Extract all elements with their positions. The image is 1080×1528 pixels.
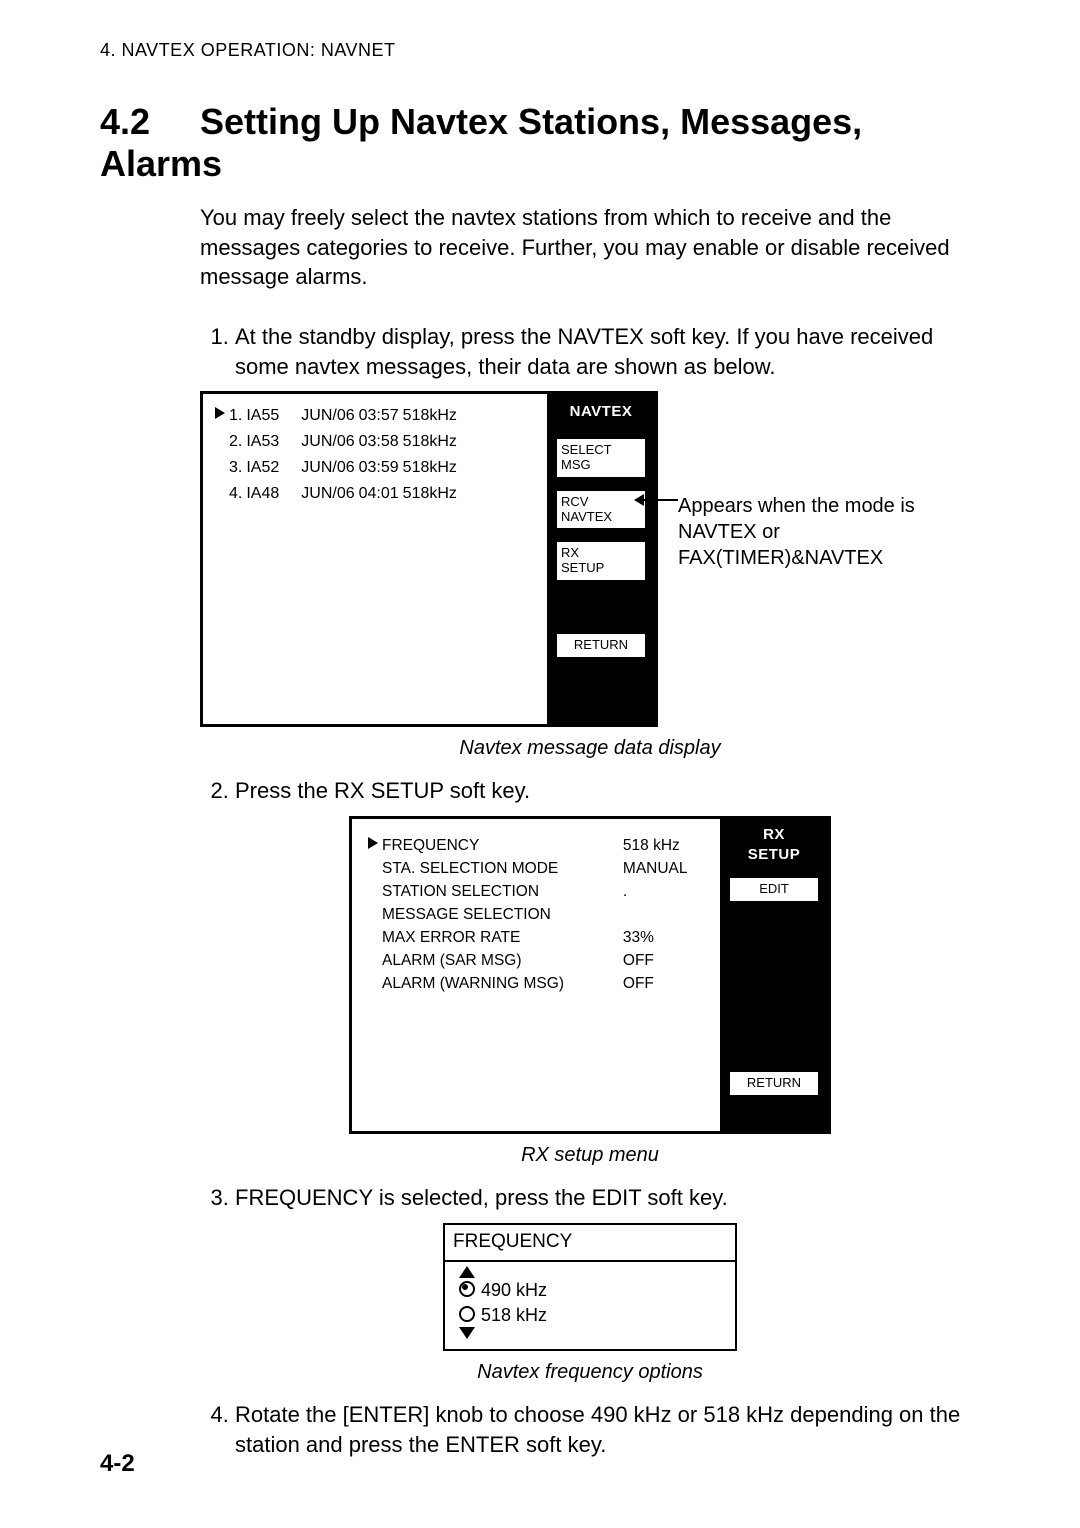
figure-1: 1.IA55JUN/0603:57518kHz2.IA53JUN/0603:58… [200, 391, 980, 727]
fig1-callout: Appears when the mode is NAVTEX or FAX(T… [678, 493, 980, 571]
step-3: FREQUENCY is selected, press the EDIT so… [235, 1183, 980, 1386]
fig3-caption: Navtex frequency options [200, 1359, 980, 1386]
edit-softkey[interactable]: EDIT [728, 876, 820, 903]
table-row: 3.IA52JUN/0603:59518kHz [215, 456, 461, 482]
fig1-screen: 1.IA55JUN/0603:57518kHz2.IA53JUN/0603:58… [200, 391, 658, 727]
cursor-icon [215, 407, 225, 419]
fig2-screen: FREQUENCY518 kHzSTA. SELECTION MODEMANUA… [349, 816, 831, 1134]
step-2-text: Press the RX SETUP soft key. [235, 778, 530, 803]
table-row: 1.IA55JUN/0603:57518kHz [215, 404, 461, 430]
radio-icon [459, 1281, 475, 1297]
arrow-left-icon [642, 499, 678, 501]
page-number: 4-2 [100, 1450, 135, 1478]
step-1-text: At the standby display, press the NAVTEX… [235, 324, 933, 379]
radio-icon [459, 1306, 475, 1322]
intro-paragraph: You may freely select the navtex station… [200, 203, 980, 292]
table-row: STATION SELECTION. [366, 881, 706, 904]
select-msg-softkey[interactable]: SELECTMSG [555, 437, 647, 479]
fig1-caption: Navtex message data display [200, 735, 980, 762]
section-title-text: Setting Up Navtex Stations, Messages, Al… [100, 101, 862, 184]
table-row: ALARM (WARNING MSG)OFF [366, 973, 706, 996]
table-row: MESSAGE SELECTION [366, 904, 706, 927]
step-3-text: FREQUENCY is selected, press the EDIT so… [235, 1185, 728, 1210]
return-softkey-2[interactable]: RETURN [728, 1070, 820, 1097]
rx-setup-softkey[interactable]: RXSETUP [555, 540, 647, 582]
fig3-title: FREQUENCY [445, 1225, 735, 1263]
fig1-message-list: 1.IA55JUN/0603:57518kHz2.IA53JUN/0603:58… [203, 394, 547, 724]
fig2-soft-title-a: RX [763, 823, 785, 845]
table-row: 2.IA53JUN/0603:58518kHz [215, 430, 461, 456]
table-row: ALARM (SAR MSG)OFF [366, 950, 706, 973]
fig2-menu: FREQUENCY518 kHzSTA. SELECTION MODEMANUA… [352, 819, 720, 1131]
fig2-softkey-column: RX SETUP EDIT RETURN [720, 819, 828, 1131]
return-softkey[interactable]: RETURN [555, 632, 647, 659]
table-row: MAX ERROR RATE33% [366, 927, 706, 950]
table-row: STA. SELECTION MODEMANUAL [366, 858, 706, 881]
section-heading: 4.2Setting Up Navtex Stations, Messages,… [100, 101, 980, 185]
frequency-option[interactable]: 490 kHz [459, 1278, 725, 1302]
page-header: 4. NAVTEX OPERATION: NAVNET [100, 40, 980, 61]
triangle-down-icon [459, 1327, 475, 1339]
step-2: Press the RX SETUP soft key. FREQUENCY51… [235, 776, 980, 1169]
figure-3: FREQUENCY 490 kHz518 kHz [200, 1223, 980, 1351]
fig3-body: 490 kHz518 kHz [445, 1262, 735, 1349]
cursor-icon [368, 837, 378, 849]
frequency-option[interactable]: 518 kHz [459, 1303, 725, 1327]
fig1-callout-text: Appears when the mode is NAVTEX or FAX(T… [678, 495, 915, 569]
fig1-softkey-column: NAVTEX SELECTMSG RCVNAVTEX RXSETUP RETUR… [547, 394, 655, 724]
triangle-up-icon [459, 1266, 475, 1278]
table-row: FREQUENCY518 kHz [366, 835, 706, 858]
step-4-text: Rotate the [ENTER] knob to choose 490 kH… [235, 1402, 960, 1457]
steps-list: At the standby display, press the NAVTEX… [200, 322, 980, 1459]
step-1: At the standby display, press the NAVTEX… [235, 322, 980, 762]
fig3-dialog: FREQUENCY 490 kHz518 kHz [443, 1223, 737, 1351]
table-row: 4.IA48JUN/0604:01518kHz [215, 482, 461, 508]
section-number: 4.2 [100, 101, 200, 143]
fig2-soft-title-b: SETUP [748, 845, 801, 869]
fig2-caption: RX setup menu [200, 1142, 980, 1169]
step-4: Rotate the [ENTER] knob to choose 490 kH… [235, 1400, 980, 1459]
fig1-soft-title: NAVTEX [570, 400, 633, 426]
figure-2: FREQUENCY518 kHzSTA. SELECTION MODEMANUA… [200, 816, 980, 1134]
